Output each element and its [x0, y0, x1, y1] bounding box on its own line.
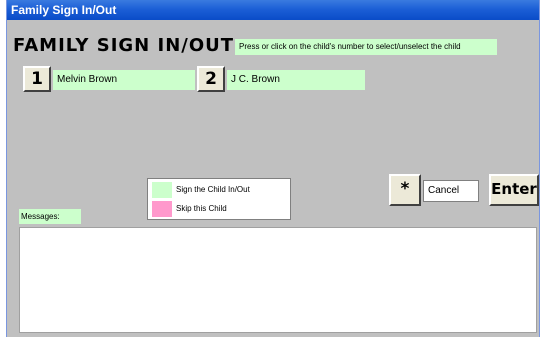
- legend-label-skip: Skip this Child: [176, 204, 227, 213]
- cancel-field[interactable]: Cancel: [423, 180, 479, 202]
- window-titlebar[interactable]: Family Sign In/Out: [7, 0, 539, 20]
- family-sign-in-out-window: Family Sign In/Out FAMILY SIGN IN/OUT Pr…: [6, 0, 540, 337]
- legend-swatch-pink: [152, 201, 172, 217]
- color-legend: Sign the Child In/Out Skip this Child: [147, 178, 291, 220]
- messages-label: Messages:: [19, 209, 81, 224]
- child-2-name: J C. Brown: [227, 70, 365, 90]
- page-title: FAMILY SIGN IN/OUT: [13, 35, 235, 56]
- enter-button[interactable]: Enter: [489, 174, 539, 206]
- child-2-number-button[interactable]: 2: [197, 66, 225, 92]
- star-button[interactable]: *: [389, 174, 421, 206]
- instruction-text: Press or click on the child's number to …: [235, 39, 497, 55]
- legend-swatch-green: [152, 182, 172, 198]
- messages-box[interactable]: [19, 227, 537, 333]
- legend-item-skip: Skip this Child: [152, 201, 288, 218]
- window-title: Family Sign In/Out: [11, 3, 117, 17]
- child-1-name: Melvin Brown: [53, 70, 195, 90]
- child-1-number-button[interactable]: 1: [23, 66, 51, 92]
- legend-label-sign: Sign the Child In/Out: [176, 185, 250, 194]
- legend-item-sign: Sign the Child In/Out: [152, 182, 288, 199]
